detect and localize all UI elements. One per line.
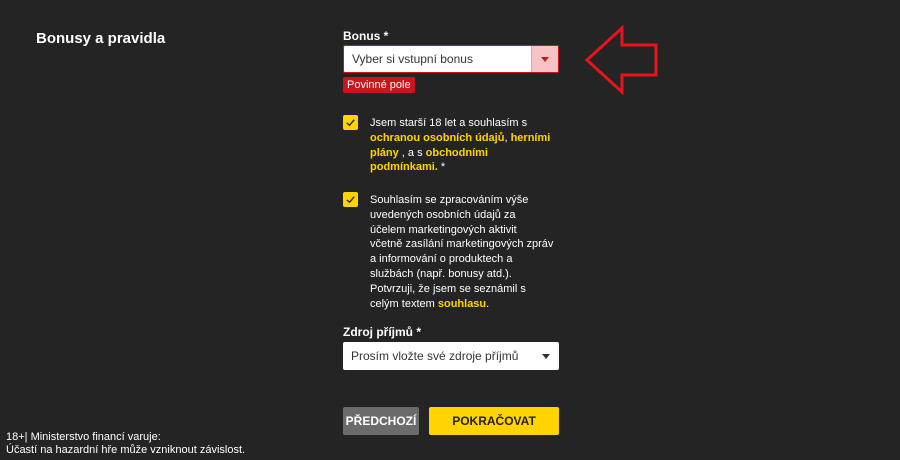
gambling-warning-line-1: 18+| Ministerstvo financí varuje: — [6, 431, 161, 443]
continue-button-label: POKRAČOVAT — [452, 414, 536, 428]
income-select-value: Prosím vložte své zdroje příjmů — [351, 349, 519, 363]
bonus-label: Bonus * — [343, 29, 389, 43]
consent-line: plány , a s obchodními — [370, 146, 550, 161]
gambling-warning: 18+| Ministerstvo financí varuje: Účastí… — [6, 431, 245, 456]
consent-line: účelem marketingových aktivit — [370, 223, 553, 238]
consent-link[interactable]: herními — [511, 132, 551, 144]
bonus-select[interactable]: Vyber si vstupní bonus — [343, 45, 559, 73]
consent-line: ochranou osobních údajů, herními — [370, 131, 550, 146]
consent-text: včetně zasílání marketingových zpráv — [370, 238, 554, 251]
consent-text: . — [486, 297, 490, 310]
consent-line: Jsem starší 18 let a souhlasím s — [370, 116, 550, 131]
marketing-consent-text: Souhlasím se zpracováním výše uvedených o… — [370, 193, 553, 311]
consent-link[interactable]: souhlasu — [438, 298, 486, 310]
consent-text: * — [437, 161, 446, 174]
consent-text: službách (např. bonusy atd.). — [370, 267, 512, 280]
chevron-down-icon — [542, 353, 550, 359]
bonus-dropdown-toggle[interactable] — [531, 46, 558, 72]
back-button-label: PŘEDCHOZÍ — [345, 414, 417, 428]
consent-line: celým textem souhlasu. — [370, 297, 553, 312]
income-dropdown-toggle[interactable] — [533, 342, 559, 370]
consent-line: uvedených osobních údajů za — [370, 208, 553, 223]
consent-link[interactable]: plány — [370, 147, 399, 159]
check-icon — [346, 196, 355, 204]
section-title: Bonusy a pravidla — [36, 30, 166, 47]
consent-line: službách (např. bonusy atd.). — [370, 267, 553, 282]
consent-text: celým textem — [370, 297, 438, 310]
arrow-left-icon — [584, 25, 658, 95]
consent-line: Potvrzuji, že jsem se seznámil s — [370, 282, 553, 297]
chevron-down-icon — [541, 56, 549, 62]
check-icon — [346, 119, 355, 127]
consent-link[interactable]: obchodními — [426, 147, 488, 159]
consent-line: včetně zasílání marketingových zpráv — [370, 237, 553, 252]
consent-text: Souhlasím se zpracováním výše — [370, 194, 529, 206]
consent-line: a informování o produktech a — [370, 252, 553, 267]
terms-checkbox[interactable] — [343, 115, 358, 130]
consent-text: účelem marketingových aktivit — [370, 223, 517, 236]
consent-line: Souhlasím se zpracováním výše — [370, 193, 553, 208]
continue-button[interactable]: POKRAČOVAT — [429, 407, 559, 435]
bonus-select-value: Vyber si vstupní bonus — [352, 52, 473, 66]
consent-text: a informování o produktech a — [370, 253, 513, 266]
terms-consent-text: Jsem starší 18 let a souhlasím s ochranou… — [370, 116, 550, 175]
consent-text: , a s — [398, 146, 426, 159]
consent-link[interactable]: ochranou osobních údajů — [370, 132, 504, 144]
consent-text: Potvrzuji, že jsem se seznámil s — [370, 282, 526, 295]
back-button[interactable]: PŘEDCHOZÍ — [343, 407, 419, 435]
consent-text: uvedených osobních údajů za — [370, 208, 516, 221]
income-label: Zdroj příjmů * — [343, 325, 421, 339]
gambling-warning-line-2: Účastí na hazardní hře může vzniknout zá… — [6, 443, 246, 456]
marketing-checkbox[interactable] — [343, 192, 358, 207]
consent-link[interactable]: podmínkami. — [370, 161, 438, 173]
consent-line: podmínkami. * — [370, 160, 550, 175]
income-select[interactable]: Prosím vložte své zdroje příjmů — [343, 342, 559, 370]
consent-text: Jsem starší 18 let a souhlasím s — [370, 117, 528, 129]
bonus-error-badge: Povinné pole — [343, 77, 415, 93]
